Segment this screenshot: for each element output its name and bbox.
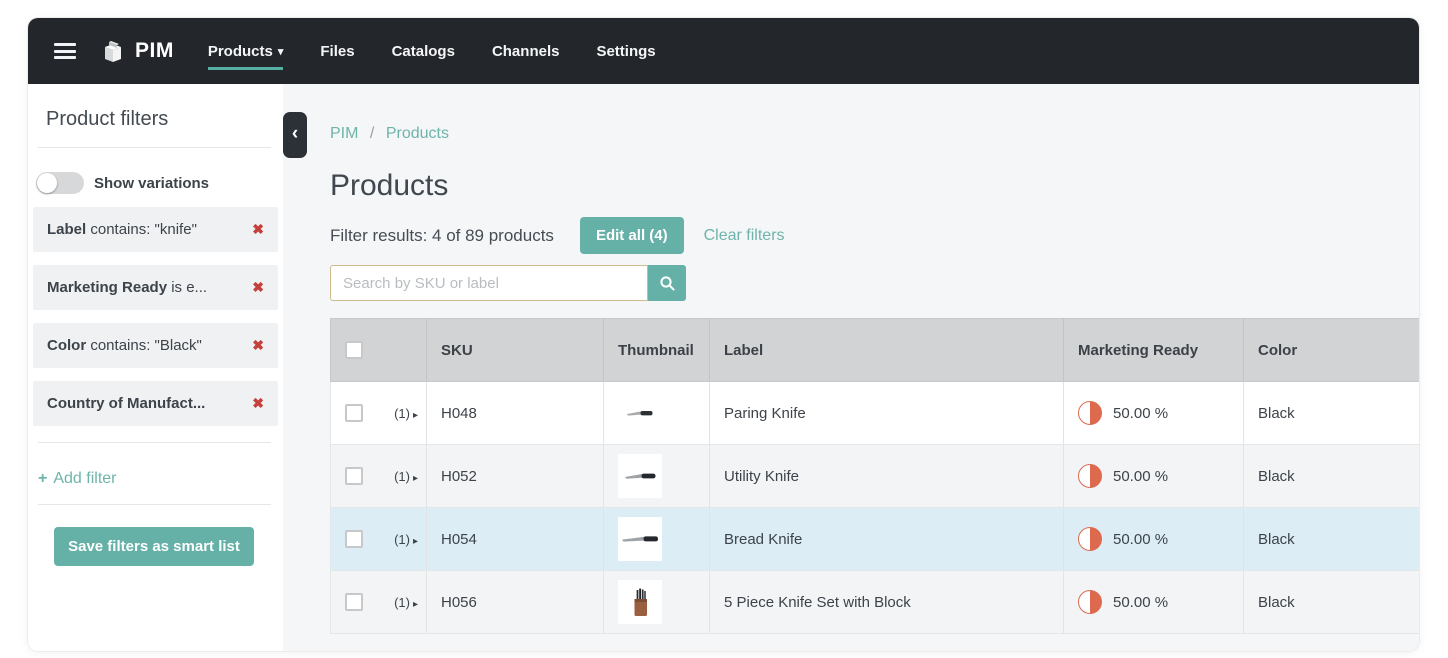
filter-results-text: Filter results: 4 of 89 products: [330, 226, 554, 246]
nav-item-catalogs[interactable]: Catalogs: [392, 37, 455, 66]
sku-cell: H054: [427, 508, 604, 571]
remove-filter-icon[interactable]: ✖: [252, 337, 264, 354]
table-row[interactable]: (1)▸ H048 Paring Knife 50.00 % Black: [331, 382, 1420, 445]
divider: [38, 504, 271, 505]
sku-cell: H056: [427, 571, 604, 634]
progress-pie-icon: [1078, 527, 1102, 551]
sku-cell: H052: [427, 445, 604, 508]
brand-name: PIM: [135, 39, 174, 63]
product-filters-sidebar: Product filters Show variations Label co…: [28, 84, 283, 651]
show-variations-row: Show variations: [36, 172, 275, 194]
search-button[interactable]: [648, 265, 686, 301]
thumbnail-knife-block: [618, 580, 662, 624]
brand[interactable]: PIM: [100, 38, 174, 64]
table-row[interactable]: (1)▸ H054 Bread Knife 50.00 % Black: [331, 508, 1420, 571]
products-table: SKU Thumbnail Label Marketing Ready Colo…: [330, 318, 1419, 634]
filter-chip-country: Country of Manufact... ✖: [33, 381, 278, 426]
remove-filter-icon[interactable]: ✖: [252, 395, 264, 412]
sku-cell: H048: [427, 382, 604, 445]
breadcrumb-separator: /: [370, 125, 374, 142]
filter-chip-color: Color contains: "Black" ✖: [33, 323, 278, 368]
sidebar-title: Product filters: [46, 108, 283, 131]
save-smart-list-button[interactable]: Save filters as smart list: [54, 527, 254, 566]
page-title: Products: [330, 169, 1419, 203]
show-variations-toggle[interactable]: [36, 172, 84, 194]
color-cell: Black: [1244, 508, 1420, 571]
collapse-sidebar-button[interactable]: ‹: [283, 112, 307, 158]
expand-caret-icon: ▸: [413, 599, 418, 610]
nav-items: Products▾ Files Catalogs Channels Settin…: [208, 37, 656, 66]
column-header-thumbnail[interactable]: Thumbnail: [604, 319, 710, 382]
label-cell: 5 Piece Knife Set with Block: [710, 571, 1064, 634]
progress-pie-icon: [1078, 401, 1102, 425]
chevron-down-icon: ▾: [278, 46, 284, 58]
color-cell: Black: [1244, 382, 1420, 445]
filter-chip-marketing-ready: Marketing Ready is e... ✖: [33, 265, 278, 310]
search-input[interactable]: [330, 265, 648, 301]
app-window: PIM Products▾ Files Catalogs Channels Se…: [28, 18, 1419, 651]
plus-icon: +: [38, 470, 47, 487]
divider: [38, 147, 271, 148]
progress-pie-icon: [1078, 464, 1102, 488]
breadcrumb: PIM / Products: [330, 125, 1419, 143]
pim-logo-icon: [100, 38, 126, 64]
row-expander[interactable]: (1)▸: [394, 532, 418, 547]
main-content: ‹ PIM / Products Products Filter results…: [283, 84, 1419, 651]
add-filter-button[interactable]: +Add filter: [38, 470, 283, 488]
progress-pie-icon: [1078, 590, 1102, 614]
hamburger-menu-icon[interactable]: [54, 43, 76, 59]
column-header-color[interactable]: Color: [1244, 319, 1420, 382]
expand-caret-icon: ▸: [413, 536, 418, 547]
table-row[interactable]: (1)▸ H052 Utility Knife 50.00 % Black: [331, 445, 1420, 508]
expand-caret-icon: ▸: [413, 410, 418, 421]
row-checkbox[interactable]: [345, 593, 363, 611]
edit-all-button[interactable]: Edit all (4): [580, 217, 684, 254]
column-header-label[interactable]: Label: [710, 319, 1064, 382]
nav-item-channels[interactable]: Channels: [492, 37, 560, 66]
marketing-ready-cell: 50.00 %: [1113, 594, 1168, 611]
marketing-ready-cell: 50.00 %: [1113, 531, 1168, 548]
marketing-ready-cell: 50.00 %: [1113, 405, 1168, 422]
table-header-row: SKU Thumbnail Label Marketing Ready Colo…: [331, 319, 1420, 382]
marketing-ready-cell: 50.00 %: [1113, 468, 1168, 485]
label-cell: Utility Knife: [710, 445, 1064, 508]
toggle-knob: [37, 173, 57, 193]
label-cell: Paring Knife: [710, 382, 1064, 445]
thumbnail-bread-knife: [618, 517, 662, 561]
column-header-sku[interactable]: SKU: [427, 319, 604, 382]
nav-item-settings[interactable]: Settings: [596, 37, 655, 66]
top-navbar: PIM Products▾ Files Catalogs Channels Se…: [28, 18, 1419, 84]
row-expander[interactable]: (1)▸: [394, 406, 418, 421]
row-expander[interactable]: (1)▸: [394, 469, 418, 484]
thumbnail-utility-knife: [618, 454, 662, 498]
expand-caret-icon: ▸: [413, 473, 418, 484]
clear-filters-link[interactable]: Clear filters: [704, 227, 785, 245]
filter-chip-label: Label contains: "knife" ✖: [33, 207, 278, 252]
nav-item-products[interactable]: Products▾: [208, 37, 284, 66]
select-all-header: [331, 319, 427, 382]
search-icon: [659, 275, 676, 292]
table-row[interactable]: (1)▸ H056: [331, 571, 1420, 634]
divider: [38, 442, 271, 443]
column-header-marketing-ready[interactable]: Marketing Ready: [1064, 319, 1244, 382]
row-checkbox[interactable]: [345, 467, 363, 485]
breadcrumb-products[interactable]: Products: [386, 125, 449, 142]
show-variations-label: Show variations: [94, 175, 209, 192]
select-all-checkbox[interactable]: [345, 341, 363, 359]
remove-filter-icon[interactable]: ✖: [252, 279, 264, 296]
label-cell: Bread Knife: [710, 508, 1064, 571]
color-cell: Black: [1244, 445, 1420, 508]
row-expander[interactable]: (1)▸: [394, 595, 418, 610]
nav-item-files[interactable]: Files: [320, 37, 354, 66]
row-checkbox[interactable]: [345, 530, 363, 548]
thumbnail-paring-knife: [618, 391, 662, 435]
color-cell: Black: [1244, 571, 1420, 634]
row-checkbox[interactable]: [345, 404, 363, 422]
remove-filter-icon[interactable]: ✖: [252, 221, 264, 238]
breadcrumb-pim[interactable]: PIM: [330, 125, 358, 142]
